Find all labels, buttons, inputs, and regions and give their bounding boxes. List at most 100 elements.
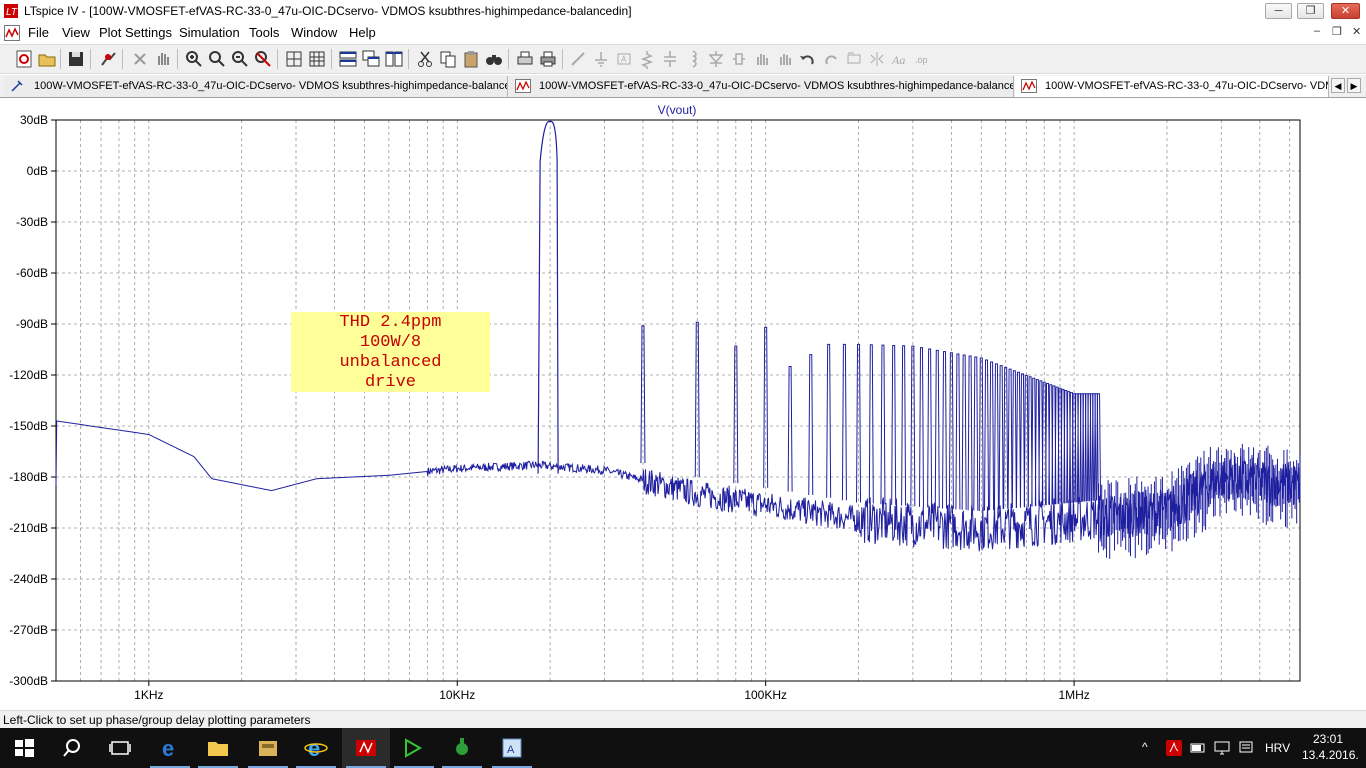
move-icon[interactable] bbox=[752, 49, 772, 69]
clock-time[interactable]: 23:01 bbox=[1313, 732, 1343, 746]
waveform-doc-icon[interactable] bbox=[4, 25, 20, 41]
folder-button[interactable] bbox=[244, 728, 292, 768]
battery-tray-icon[interactable] bbox=[1190, 740, 1206, 756]
clock-date[interactable]: 13.4.2016. bbox=[1302, 748, 1359, 762]
ltspice-button[interactable] bbox=[342, 728, 390, 768]
resistor-icon[interactable] bbox=[637, 49, 657, 69]
internet-explorer-icon: e bbox=[304, 736, 328, 760]
zoom-fit-icon[interactable] bbox=[253, 49, 273, 69]
task-view-button[interactable] bbox=[96, 728, 144, 768]
tab-scroll-right-button[interactable]: ▶ bbox=[1347, 78, 1361, 93]
tab-schematic[interactable]: 100W-VMOSFET-efVAS-RC-33-0_47u-OIC-DCser… bbox=[4, 76, 508, 97]
harmonic-spike bbox=[993, 363, 999, 510]
tile-vertical-icon[interactable] bbox=[384, 49, 404, 69]
menu-help[interactable]: Help bbox=[349, 25, 376, 40]
menu-plot-settings[interactable]: Plot Settings bbox=[99, 25, 172, 40]
harmonic-spike bbox=[927, 348, 933, 508]
print-icon[interactable] bbox=[538, 49, 558, 69]
tile-horizontal-icon[interactable] bbox=[338, 49, 358, 69]
spectrum-plot[interactable]: 30dB 0dB -30dB -60dB -90dB -120dB -150dB -180dB… bbox=[0, 98, 1366, 710]
menu-tools[interactable]: Tools bbox=[249, 25, 279, 40]
mirror-icon[interactable] bbox=[867, 49, 887, 69]
thd-annotation[interactable]: THD 2.4ppm 100W/8 unbalanced drive bbox=[291, 312, 490, 392]
menu-view[interactable]: View bbox=[62, 25, 90, 40]
undo-icon[interactable] bbox=[798, 49, 818, 69]
open-icon[interactable] bbox=[37, 49, 57, 69]
svg-text:A: A bbox=[507, 744, 515, 756]
text-icon[interactable]: Aa bbox=[890, 49, 910, 69]
tab-scroll-left-button[interactable]: ◀ bbox=[1331, 78, 1345, 93]
task-view-icon bbox=[109, 741, 131, 755]
acrobat-tray-icon[interactable] bbox=[1166, 740, 1182, 756]
harmonic-spike bbox=[934, 349, 940, 508]
capacitor-icon[interactable] bbox=[660, 49, 680, 69]
waveform-icon bbox=[1021, 79, 1037, 93]
spice-directive-icon[interactable]: .op bbox=[913, 49, 933, 69]
zoom-in-icon[interactable] bbox=[184, 49, 204, 69]
harmonic-spike bbox=[973, 356, 979, 511]
app-button[interactable]: A bbox=[488, 728, 536, 768]
trace-name[interactable]: V(vout) bbox=[658, 103, 697, 117]
zoom-out-icon[interactable] bbox=[230, 49, 250, 69]
pan-icon[interactable] bbox=[153, 49, 173, 69]
diode-icon[interactable] bbox=[706, 49, 726, 69]
inductor-icon[interactable] bbox=[683, 49, 703, 69]
plot-pane[interactable]: 30dB 0dB -30dB -60dB -90dB -120dB -150dB -180dB… bbox=[0, 98, 1366, 710]
component-icon[interactable] bbox=[729, 49, 749, 69]
tray-chevron-icon[interactable]: ^ bbox=[1142, 740, 1148, 754]
zoom-area-icon[interactable] bbox=[207, 49, 227, 69]
annotation-line: 100W/8 bbox=[359, 333, 422, 352]
edge-button[interactable]: e bbox=[146, 728, 194, 768]
svg-text:LT: LT bbox=[6, 7, 18, 18]
label-icon[interactable]: A bbox=[614, 49, 634, 69]
mdi-restore-button[interactable]: ❐ bbox=[1332, 25, 1342, 38]
network-app-button[interactable] bbox=[438, 728, 486, 768]
menu-window[interactable]: Window bbox=[291, 25, 337, 40]
ground-icon[interactable] bbox=[591, 49, 611, 69]
schematic-icon bbox=[11, 80, 23, 92]
file-explorer-button[interactable] bbox=[194, 728, 242, 768]
network-tray-icon[interactable] bbox=[1214, 740, 1230, 756]
rotate-icon[interactable] bbox=[844, 49, 864, 69]
language-indicator[interactable]: HRV bbox=[1265, 741, 1290, 755]
ltspice-alt-button[interactable] bbox=[390, 728, 438, 768]
halt-icon[interactable] bbox=[130, 49, 150, 69]
cut-icon[interactable] bbox=[415, 49, 435, 69]
new-schematic-icon[interactable] bbox=[14, 49, 34, 69]
paste-icon[interactable] bbox=[461, 49, 481, 69]
print-preview-icon[interactable] bbox=[515, 49, 535, 69]
svg-text:.op: .op bbox=[915, 55, 928, 65]
tab-label: 100W-VMOSFET-efVAS-RC-33-0_47u-OIC-DCser… bbox=[539, 80, 1014, 92]
find-icon[interactable] bbox=[484, 49, 504, 69]
cascade-icon[interactable] bbox=[361, 49, 381, 69]
close-button[interactable]: ✕ bbox=[1331, 3, 1360, 19]
minimize-button[interactable]: ─ bbox=[1265, 3, 1292, 19]
tab-waveform-2[interactable]: 100W-VMOSFET-efVAS-RC-33-0_47u-OIC-DCser… bbox=[1015, 76, 1329, 97]
redo-icon[interactable] bbox=[821, 49, 841, 69]
grid-icon[interactable] bbox=[307, 49, 327, 69]
drag-icon[interactable] bbox=[775, 49, 795, 69]
mdi-minimize-button[interactable]: – bbox=[1314, 25, 1320, 37]
tab-waveform-1[interactable]: 100W-VMOSFET-efVAS-RC-33-0_47u-OIC-DCser… bbox=[509, 76, 1014, 97]
wire-icon[interactable] bbox=[568, 49, 588, 69]
menu-simulation[interactable]: Simulation bbox=[179, 25, 240, 40]
internet-explorer-button[interactable]: e bbox=[292, 728, 340, 768]
control-panel-icon[interactable] bbox=[98, 49, 118, 69]
harmonic-spike bbox=[694, 321, 700, 478]
copy-icon[interactable] bbox=[438, 49, 458, 69]
autorange-icon[interactable] bbox=[284, 49, 304, 69]
notifications-tray-icon[interactable] bbox=[1238, 740, 1254, 756]
save-icon[interactable] bbox=[66, 49, 86, 69]
harmonic-spike bbox=[961, 354, 967, 510]
folder-icon bbox=[259, 741, 277, 756]
menu-file[interactable]: File bbox=[28, 25, 49, 40]
maximize-button[interactable]: ❐ bbox=[1297, 3, 1324, 19]
y-tick-label: -90dB bbox=[16, 317, 48, 331]
annotation-line: THD 2.4ppm bbox=[339, 313, 442, 332]
harmonic-spike bbox=[787, 366, 793, 492]
mdi-close-button[interactable]: ✕ bbox=[1352, 25, 1361, 38]
start-button[interactable] bbox=[0, 728, 48, 768]
start-icon bbox=[15, 739, 34, 757]
fundamental-peak bbox=[537, 120, 559, 474]
search-button[interactable] bbox=[48, 728, 96, 768]
